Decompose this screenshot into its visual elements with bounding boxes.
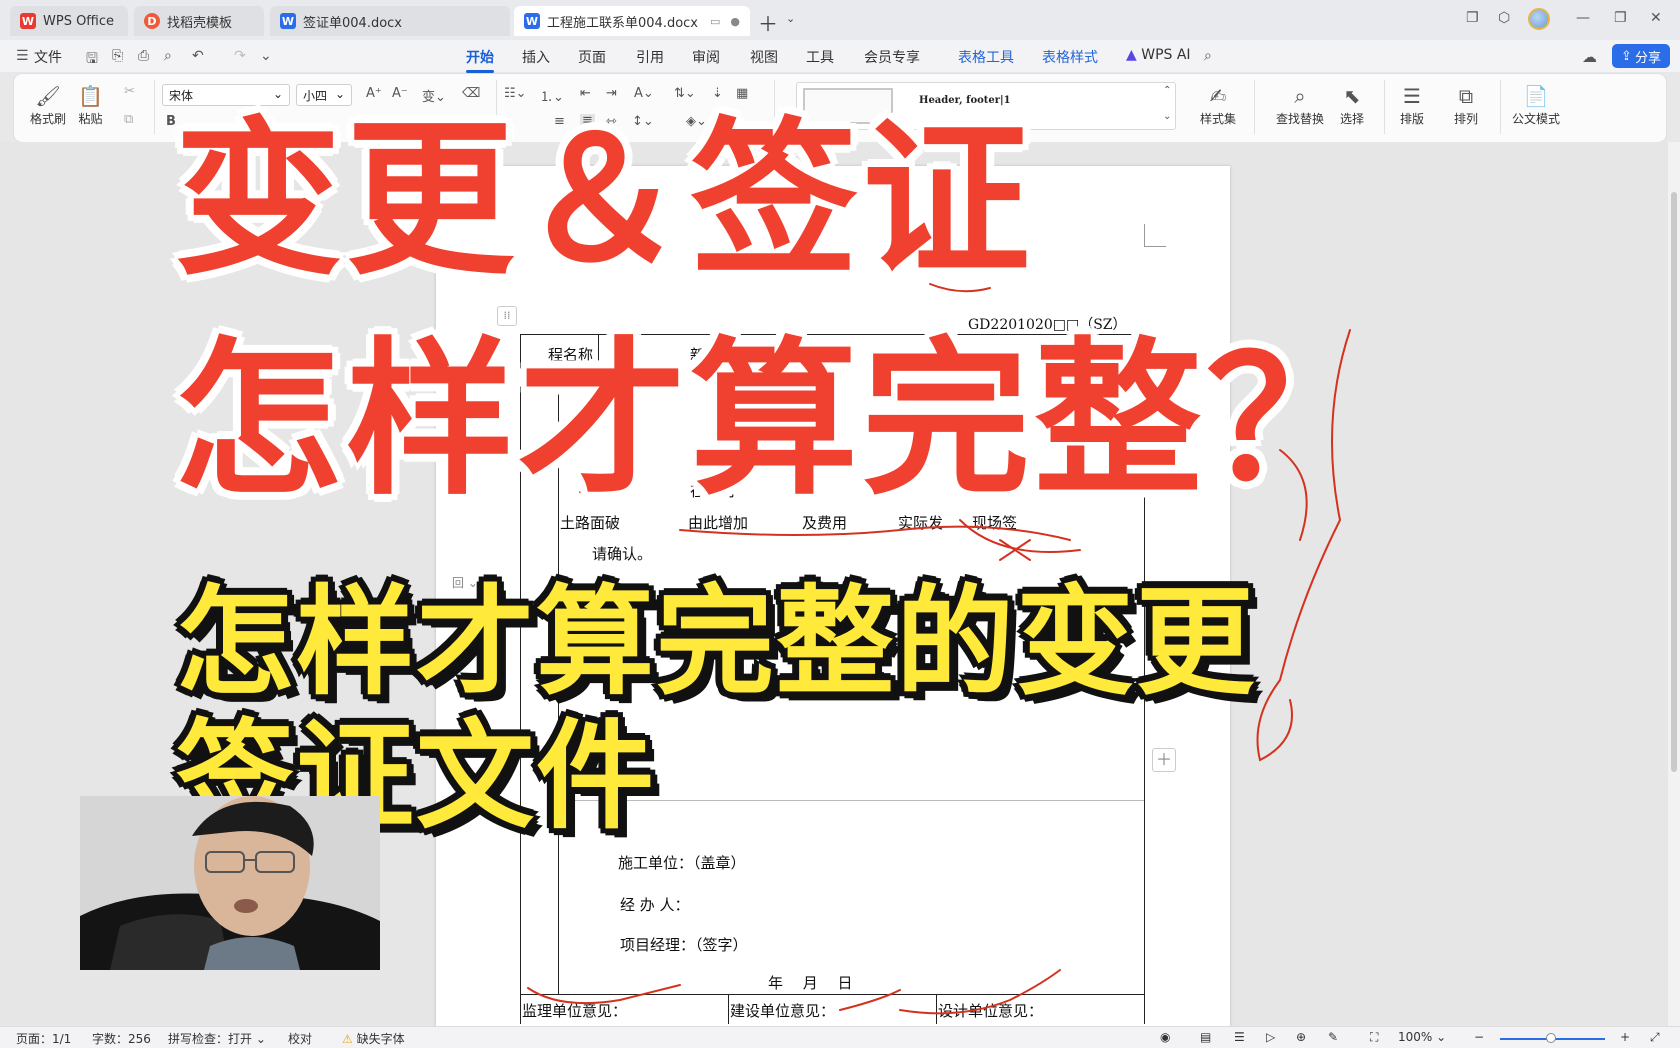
zoom-in-button[interactable]: + — [1620, 1030, 1630, 1044]
zoom-out-button[interactable]: − — [1474, 1030, 1484, 1044]
overlay-title-line-1: 变更＆签证 — [172, 102, 1034, 298]
fullscreen-icon[interactable]: ⤢ — [1650, 1030, 1660, 1045]
eye-protection-icon[interactable]: ◉ — [1160, 1030, 1170, 1044]
status-bar: 页面：1/1 字数：256 拼写检查：打开 ⌄ 校对 ⚠ 缺失字体 ◉ ▤ ☰ … — [0, 1026, 1680, 1048]
word-count[interactable]: 字数：256 — [92, 1030, 151, 1047]
web-view-icon[interactable]: ⊕ — [1296, 1030, 1306, 1044]
warning-icon: ⚠ — [342, 1032, 353, 1046]
spell-check-label: 拼写检查：打开 — [168, 1032, 253, 1046]
zoom-value: 100% — [1398, 1030, 1433, 1044]
chevron-down-icon: ⌄ — [1436, 1030, 1447, 1044]
missing-font-warning[interactable]: ⚠ 缺失字体 — [342, 1030, 405, 1047]
signature-stroke — [527, 984, 681, 1005]
zoom-slider-knob[interactable] — [1546, 1033, 1556, 1043]
outline-view-icon[interactable]: ☰ — [1234, 1030, 1245, 1044]
underline-stroke — [679, 525, 1071, 541]
signature-stroke — [899, 969, 1061, 1015]
spell-check-toggle[interactable]: 拼写检查：打开 ⌄ — [168, 1030, 266, 1047]
fit-page-icon[interactable]: ⛶ — [1370, 1030, 1378, 1045]
overlay-subtitle-line-1: 怎样才算完整的变更 — [176, 573, 1257, 711]
zoom-level[interactable]: 100% ⌄ — [1398, 1030, 1446, 1044]
play-icon[interactable]: ▷ — [1266, 1030, 1275, 1044]
chevron-down-icon: ⌄ — [255, 1032, 266, 1046]
missing-font-label: 缺失字体 — [356, 1032, 405, 1046]
proofread-button[interactable]: 校对 — [288, 1030, 312, 1047]
signature-stroke — [839, 989, 901, 1011]
presenter-image — [80, 796, 380, 970]
page-view-icon[interactable]: ▤ — [1200, 1030, 1211, 1044]
page-indicator[interactable]: 页面：1/1 — [16, 1030, 71, 1047]
overlay-title-line-2: 怎样才算完整？ — [172, 322, 1378, 518]
webcam-presenter — [80, 796, 380, 970]
pen-icon[interactable]: ✎ — [1328, 1030, 1338, 1044]
